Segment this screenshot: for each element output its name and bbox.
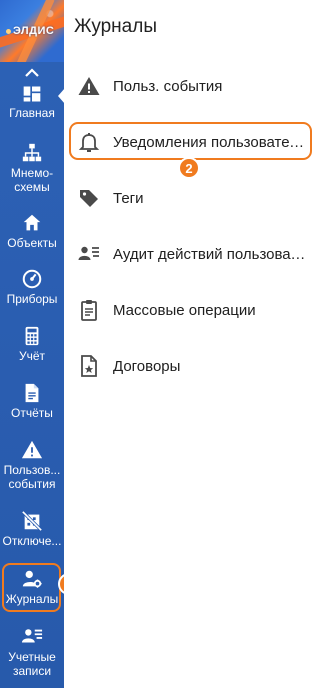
warning-icon: [78, 77, 100, 95]
sidebar-item-disconnections[interactable]: Отключе...: [0, 510, 64, 548]
sidebar-item-accounting[interactable]: Учёт: [0, 325, 64, 363]
logo-mark: [6, 29, 11, 34]
sidebar-item-label: Пользов...: [3, 463, 61, 477]
disconnect-icon: [21, 510, 43, 532]
gauge-icon: [22, 269, 42, 289]
tag-icon: [80, 190, 98, 207]
sidebar-item-label: Учёт: [18, 349, 46, 363]
home-icon: [23, 214, 41, 231]
sidebar-item-label-2: записи: [12, 664, 52, 678]
sidebar-item-label: Главная: [9, 106, 55, 120]
sidebar-item-label: Учетные: [8, 650, 56, 664]
sidebar-item-label: Приборы: [6, 292, 58, 306]
sidebar-item-reports[interactable]: Отчёты: [0, 382, 64, 420]
menu-item-label: Польз. события: [113, 77, 223, 95]
menu-item-contracts[interactable]: Договоры: [64, 338, 314, 394]
menu-item-audit[interactable]: Аудит действий пользователей: [64, 226, 314, 282]
step-badge-2: 2: [178, 157, 200, 179]
sidebar-item-label: Объекты: [7, 236, 57, 250]
sidebar-item-mnemoschemes[interactable]: Мнемо- схемы: [0, 142, 64, 194]
sidebar-item-objects[interactable]: Объекты: [0, 212, 64, 250]
sidebar-item-label: Мнемо-: [10, 166, 54, 180]
user-list-icon: [21, 629, 43, 643]
sidebar-item-label-2: события: [8, 477, 56, 491]
contract-icon: [81, 355, 97, 377]
sitemap-icon: [22, 143, 42, 162]
sidebar-item-label: Отчёты: [11, 406, 53, 420]
sidebar-item-accounts[interactable]: Учетные записи: [0, 626, 64, 678]
calculator-icon: [25, 326, 39, 346]
warning-icon: [21, 440, 43, 459]
sidebar-item-label: Отключе...: [2, 534, 62, 548]
menu-item-label: Аудит действий пользователей: [113, 245, 309, 263]
menu-item-label: Массовые операции: [113, 301, 256, 319]
menu-item-label: Теги: [113, 189, 144, 207]
journals-panel: Журналы Польз. события Уведомления польз…: [64, 0, 314, 688]
clipboard-icon: [81, 300, 97, 321]
page-title: Журналы: [74, 16, 157, 37]
menu-item-label: Договоры: [113, 357, 181, 375]
menu-item-bulk-operations[interactable]: Массовые операции: [64, 282, 314, 338]
user-list-icon: [78, 246, 99, 260]
sidebar-highlight-frame: [2, 563, 61, 612]
sidebar-item-devices[interactable]: Приборы: [0, 268, 64, 306]
menu-highlight-frame: [69, 122, 312, 160]
logo-text: ЭЛДИС: [13, 25, 55, 37]
app-logo[interactable]: ЭЛДИС: [0, 0, 64, 62]
sidebar-item-home[interactable]: Главная: [0, 84, 64, 120]
report-icon: [25, 383, 39, 403]
dashboard-icon: [23, 86, 41, 102]
sidebar-item-user-events[interactable]: Пользов... события: [0, 439, 64, 491]
chevron-up-icon[interactable]: [24, 68, 40, 78]
sidebar-item-label-2: схемы: [14, 180, 50, 194]
menu-item-user-events[interactable]: Польз. события: [64, 58, 314, 114]
sidebar: ЭЛДИС Главная Мнемо- схемы Объекты Прибо…: [0, 0, 64, 688]
